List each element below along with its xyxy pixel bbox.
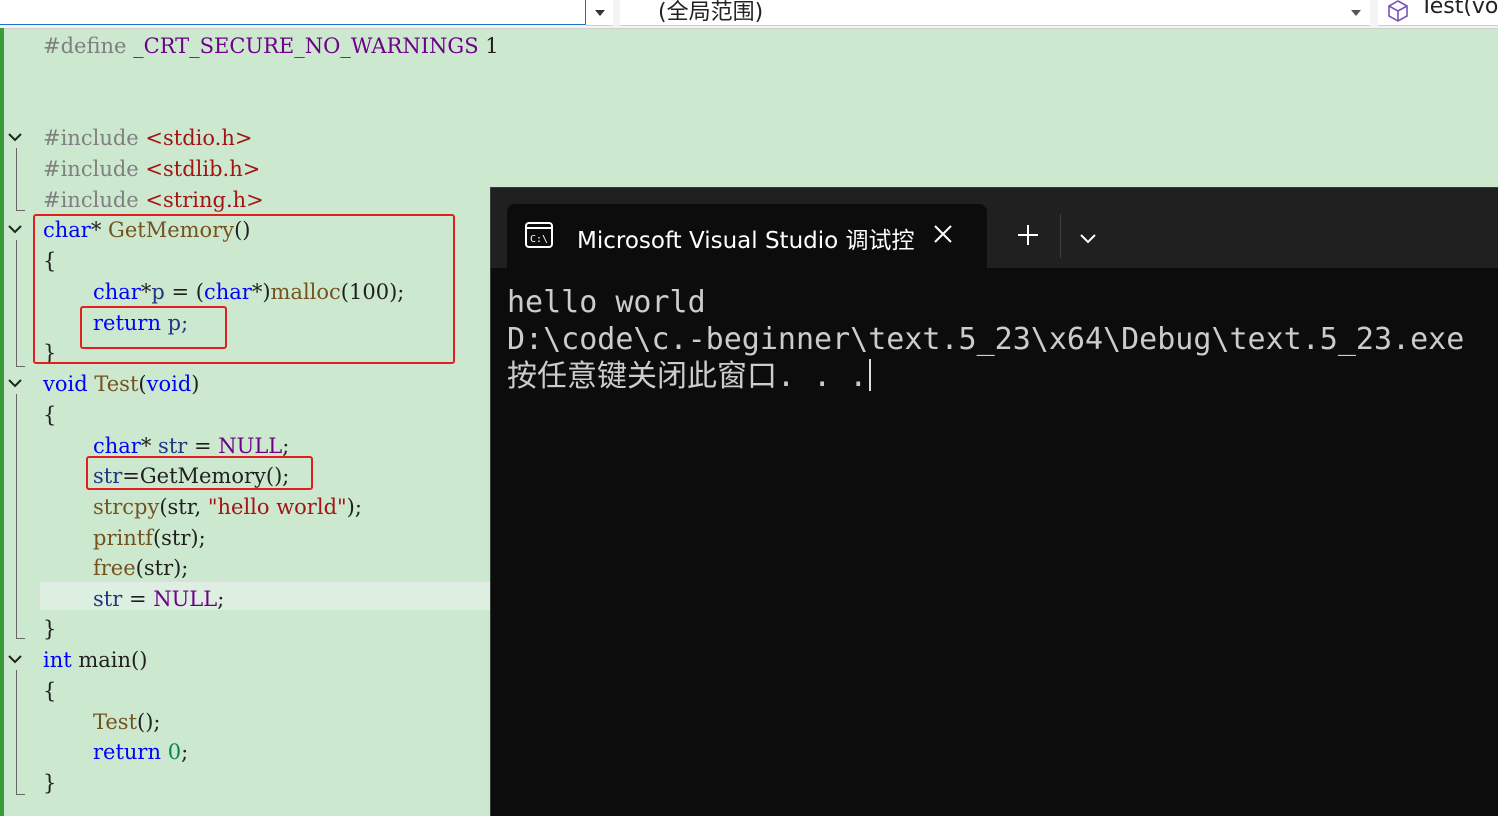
code-line[interactable]: int main() xyxy=(43,645,147,675)
tab-separator xyxy=(1060,214,1061,258)
change-tracking-bar xyxy=(0,28,4,816)
fold-guide-end xyxy=(16,366,25,367)
fold-guide-end xyxy=(16,210,25,211)
terminal-tab-title: Microsoft Visual Studio 调试控 xyxy=(577,228,915,254)
fold-guide-end xyxy=(16,638,25,639)
navigation-bar: (全局范围) Test(vo xyxy=(0,0,1498,29)
project-dropdown[interactable] xyxy=(0,0,586,25)
cube-icon xyxy=(1386,0,1410,25)
code-line[interactable]: void Test(void) xyxy=(43,369,199,399)
code-line[interactable]: Test(); xyxy=(93,707,161,737)
terminal-prompt-text: 按任意键关闭此窗口. . . xyxy=(507,359,868,394)
chevron-down-icon[interactable] xyxy=(1079,230,1097,244)
code-line[interactable]: free(str); xyxy=(93,553,188,583)
collapse-chevron-icon[interactable] xyxy=(6,374,24,392)
collapse-chevron-icon[interactable] xyxy=(6,128,24,146)
scope-dropdown[interactable]: (全局范围) xyxy=(620,0,1370,26)
fold-guide xyxy=(16,148,17,210)
highlight-box-assign xyxy=(86,456,313,490)
terminal-line: hello world xyxy=(507,285,706,320)
terminal-tab[interactable]: C:\ Microsoft Visual Studio 调试控 xyxy=(507,204,987,268)
project-dropdown-button[interactable] xyxy=(586,0,613,26)
code-line[interactable]: { xyxy=(43,400,56,430)
collapse-chevron-icon[interactable] xyxy=(6,220,24,238)
member-dropdown-label: Test(vo xyxy=(1420,0,1498,19)
code-line[interactable]: return 0; xyxy=(93,737,188,767)
terminal-line: 按任意键关闭此窗口. . . xyxy=(507,358,1464,395)
code-line[interactable]: } xyxy=(43,768,56,798)
highlight-box-return xyxy=(80,306,227,349)
scope-dropdown-label: (全局范围) xyxy=(658,0,764,25)
code-line[interactable]: strcpy(str, "hello world"); xyxy=(93,492,362,522)
svg-text:C:\: C:\ xyxy=(530,234,548,245)
code-line[interactable]: str = NULL; xyxy=(93,584,224,614)
code-line[interactable]: } xyxy=(43,614,56,644)
terminal-tab-strip: C:\ Microsoft Visual Studio 调试控 xyxy=(491,188,1498,268)
fold-guide xyxy=(16,240,17,366)
code-line[interactable]: #define _CRT_SECURE_NO_WARNINGS 1 xyxy=(43,31,499,61)
code-line[interactable]: #include <stdlib.h> xyxy=(43,154,260,184)
fold-guide-end xyxy=(16,794,25,795)
fold-guide xyxy=(16,670,17,794)
code-line[interactable]: #include <stdio.h> xyxy=(43,123,252,153)
collapse-chevron-icon[interactable] xyxy=(6,650,24,668)
terminal-output: hello world D:\code\c.-beginner\text.5_23… xyxy=(507,284,1464,395)
chevron-down-icon xyxy=(594,9,605,16)
text-cursor xyxy=(869,359,872,391)
debug-console-window[interactable]: C:\ Microsoft Visual Studio 调试控 hello wo… xyxy=(490,187,1498,816)
fold-guide xyxy=(16,394,17,638)
terminal-line: D:\code\c.-beginner\text.5_23\x64\Debug\… xyxy=(507,322,1465,357)
chevron-down-icon[interactable] xyxy=(1346,0,1366,25)
close-icon[interactable] xyxy=(933,224,953,244)
code-line[interactable]: #include <string.h> xyxy=(43,185,264,215)
plus-icon[interactable] xyxy=(1017,224,1039,246)
code-line[interactable]: { xyxy=(43,676,56,706)
console-icon: C:\ xyxy=(525,222,553,248)
member-dropdown[interactable]: Test(vo xyxy=(1378,0,1498,26)
code-line[interactable]: printf(str); xyxy=(93,523,206,553)
